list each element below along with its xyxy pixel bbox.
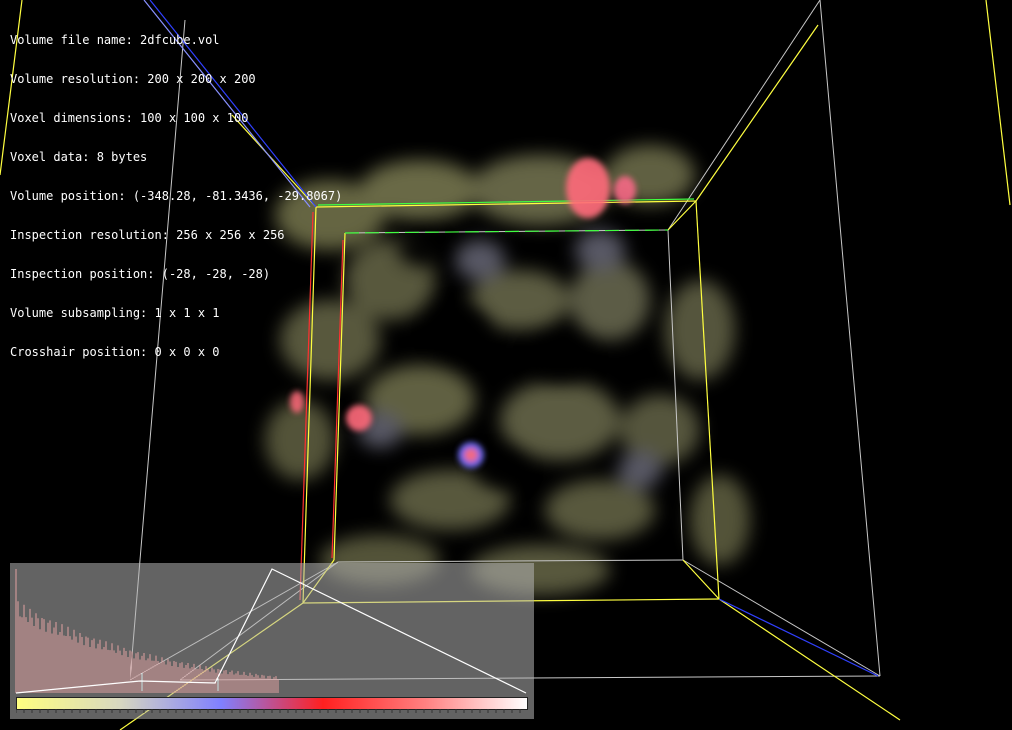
transfer-function-editor[interactable] [10, 563, 534, 719]
cloud-patch [500, 380, 620, 460]
box-edge [682, 559, 881, 677]
cloud-patch [545, 480, 655, 540]
volume-render-viewport[interactable]: Volume file name: 2dfcube.vol Volume res… [0, 0, 1012, 730]
info-volume-position: Volume position: (-348.28, -81.3436, -29… [10, 189, 343, 203]
info-volume-subsampling: Volume subsampling: 1 x 1 x 1 [10, 306, 220, 320]
box-edge [819, 0, 881, 677]
transfer-function-plot[interactable] [10, 563, 534, 719]
info-file-name: Volume file name: 2dfcube.vol [10, 33, 220, 47]
volume-info-overlay: Volume file name: 2dfcube.vol Volume res… [10, 8, 342, 385]
blob-red [464, 448, 478, 462]
blob-red [566, 158, 610, 218]
histogram [15, 569, 279, 693]
box-edge [682, 559, 720, 600]
cloud-patch [665, 280, 735, 380]
box-edge [667, 200, 697, 231]
axis-blue [718, 598, 879, 677]
cloud-patch [575, 230, 625, 270]
void-patch [430, 305, 490, 355]
box-edge [667, 0, 821, 231]
info-volume-resolution: Volume resolution: 200 x 200 x 200 [10, 72, 256, 86]
info-inspection-resolution: Inspection resolution: 256 x 256 x 256 [10, 228, 285, 242]
blob-red [346, 405, 372, 431]
info-inspection-position: Inspection position: (-28, -28, -28) [10, 267, 271, 281]
colormap-ticks [16, 709, 521, 713]
cloud-patch [618, 452, 662, 488]
cloud-patch [455, 240, 505, 280]
cloud-patch [360, 160, 480, 220]
info-voxel-dimensions: Voxel dimensions: 100 x 100 x 100 [10, 111, 249, 125]
cloud-patch [690, 475, 750, 565]
box-edge [695, 24, 819, 202]
void-patch [398, 234, 442, 266]
info-crosshair-position: Crosshair position: 0 x 0 x 0 [10, 345, 220, 359]
box-edge [718, 598, 901, 721]
box-edge [667, 229, 684, 561]
info-voxel-data: Voxel data: 8 bytes [10, 150, 148, 164]
cloud-patch [265, 400, 335, 480]
cloud-patch [570, 260, 650, 340]
box-edge [985, 0, 1011, 206]
void-patch [530, 338, 590, 382]
blob-red [614, 176, 636, 204]
blob-red [290, 391, 304, 413]
